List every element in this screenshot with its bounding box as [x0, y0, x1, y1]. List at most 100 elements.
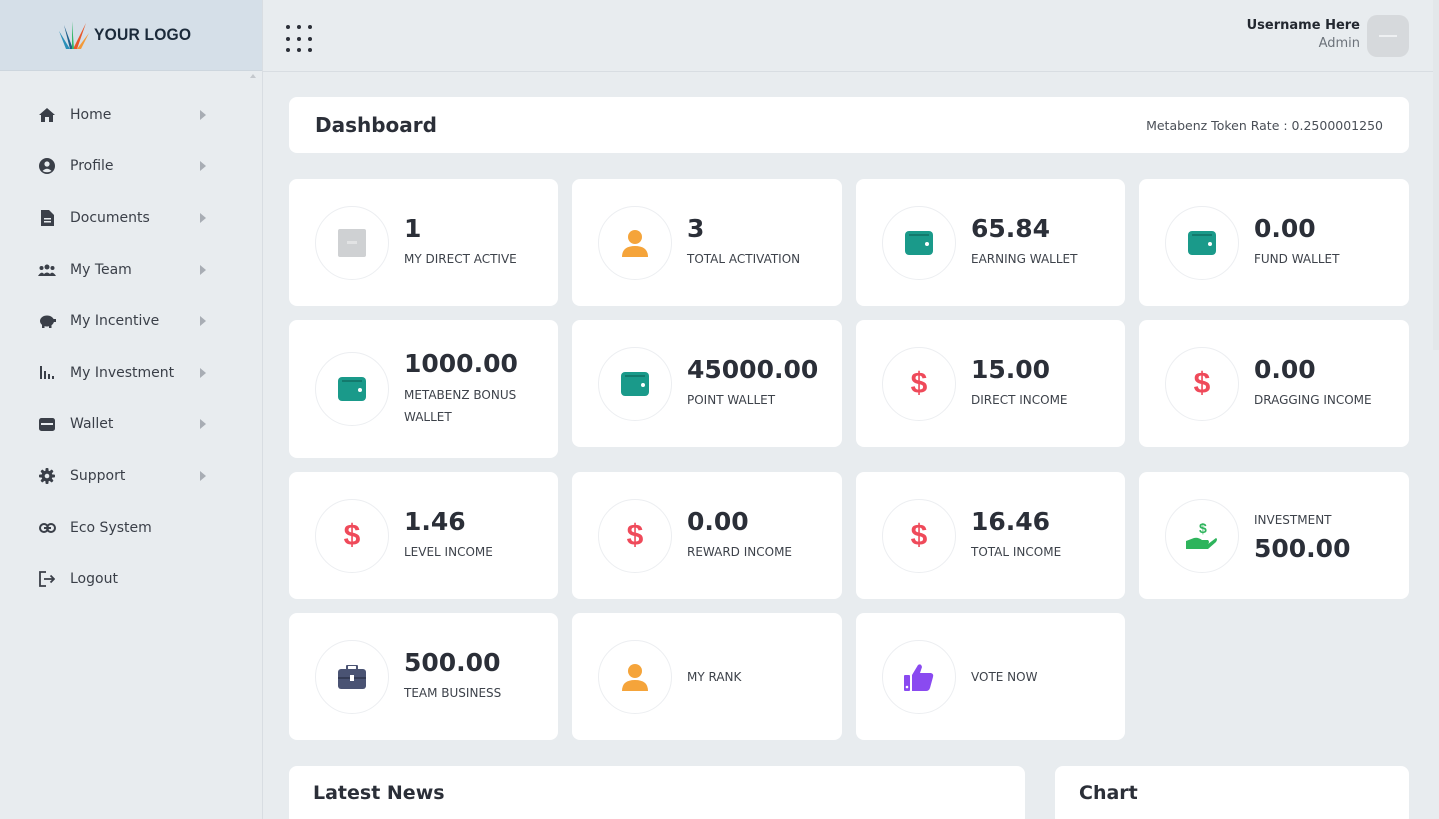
- sidebar-item-logout[interactable]: Logout: [0, 553, 262, 605]
- page-scrollbar[interactable]: [1433, 0, 1439, 350]
- stat-text: 3 TOTAL ACTIVATION: [687, 215, 800, 271]
- token-rate: Metabenz Token Rate : 0.2500001250: [1146, 117, 1383, 133]
- sidebar-item-wallet[interactable]: Wallet: [0, 399, 262, 451]
- stat-icon-circle: [1165, 205, 1239, 280]
- apps-grid-button[interactable]: [286, 25, 314, 53]
- sidebar-item-label: Profile: [70, 158, 114, 175]
- stat-text: MY RANK: [687, 666, 741, 688]
- stat-icon-circle: $: [1165, 346, 1239, 421]
- sidebar-item-label: Support: [70, 467, 126, 484]
- stat-text: 65.84 EARNING WALLET: [971, 215, 1077, 271]
- stat-label: DRAGGING INCOME: [1254, 393, 1372, 408]
- stat-value: 1.46: [404, 506, 466, 536]
- user-role: Admin: [1318, 36, 1360, 51]
- stat-card-reward-income[interactable]: $ 0.00 REWARD INCOME: [572, 472, 842, 599]
- stat-value: 500.00: [1254, 533, 1351, 563]
- chevron-right-icon: [200, 109, 206, 120]
- sidebar-item-my-incentive[interactable]: My Incentive: [0, 295, 262, 347]
- stat-card-my-rank[interactable]: MY RANK: [572, 613, 842, 740]
- stat-value: 0.00: [1254, 354, 1316, 384]
- svg-text:$: $: [1199, 521, 1207, 536]
- stat-text: 1000.00 METABENZ BONUS WALLET: [404, 350, 534, 428]
- stat-card-total-activation[interactable]: 3 TOTAL ACTIVATION: [572, 179, 842, 306]
- user-icon: [622, 663, 648, 691]
- hand-dollar-icon: $: [1186, 521, 1217, 549]
- dollar-icon: $: [910, 366, 928, 400]
- scroll-up-arrow[interactable]: [250, 74, 256, 78]
- chart-panel: Chart: [1055, 766, 1409, 819]
- stat-icon-circle: [882, 639, 956, 714]
- stat-card-team-business[interactable]: 500.00 TEAM BUSINESS: [289, 613, 558, 740]
- avatar-placeholder-icon: [1379, 35, 1397, 37]
- stat-icon-circle: [598, 346, 672, 421]
- wallet-icon: [1188, 230, 1216, 255]
- stat-card-earning-wallet[interactable]: 65.84 EARNING WALLET: [856, 179, 1125, 306]
- chevron-right-icon: [200, 212, 206, 223]
- document-icon: [38, 209, 56, 227]
- stat-text: 0.00 REWARD INCOME: [687, 508, 792, 564]
- logo-icon: [59, 21, 89, 49]
- stat-card-my-direct-active[interactable]: 1 MY DIRECT ACTIVE: [289, 179, 558, 306]
- stat-text: 0.00 DRAGGING INCOME: [1254, 356, 1372, 412]
- stat-value: 65.84: [971, 213, 1051, 243]
- link-icon: [38, 519, 56, 537]
- user-info[interactable]: Username Here Admin: [1247, 18, 1360, 51]
- avatar[interactable]: [1367, 15, 1409, 57]
- latest-news-panel: Latest News: [289, 766, 1025, 819]
- stat-card-direct-income[interactable]: $ 15.00 DIRECT INCOME: [856, 320, 1125, 447]
- stat-card-dragging-income[interactable]: $ 0.00 DRAGGING INCOME: [1139, 320, 1409, 447]
- stat-label: DIRECT INCOME: [971, 393, 1068, 408]
- wallet-icon: [905, 230, 933, 255]
- chevron-right-icon: [200, 470, 206, 481]
- sidebar-item-label: Wallet: [70, 416, 114, 433]
- stat-card-point-wallet[interactable]: 45000.00 POINT WALLET: [572, 320, 842, 447]
- stat-label: VOTE NOW: [971, 669, 1038, 684]
- sidebar-item-my-team[interactable]: My Team: [0, 244, 262, 296]
- stat-icon-circle: [315, 352, 389, 426]
- dot: [308, 25, 312, 29]
- dot: [308, 36, 312, 41]
- dashboard-header: Dashboard Metabenz Token Rate : 0.250000…: [289, 97, 1409, 153]
- stat-label: REWARD INCOME: [687, 545, 793, 560]
- bar-chart-icon: [38, 364, 56, 382]
- stat-card-level-income[interactable]: $ 1.46 LEVEL INCOME: [289, 472, 558, 599]
- sidebar-item-eco-system[interactable]: Eco System: [0, 502, 262, 554]
- sidebar-item-label: My Team: [70, 261, 132, 278]
- username: Username Here: [1246, 18, 1360, 33]
- sidebar-item-documents[interactable]: Documents: [0, 192, 262, 244]
- stat-text: 15.00 DIRECT INCOME: [971, 356, 1068, 412]
- sidebar-item-home[interactable]: Home: [0, 89, 262, 141]
- sidebar-item-support[interactable]: Support: [0, 450, 262, 502]
- logo-text: YOUR LOGO: [94, 25, 192, 44]
- stat-text: INVESTMENT 500.00: [1254, 509, 1350, 563]
- stat-label: LEVEL INCOME: [404, 545, 493, 560]
- stat-value: 15.00: [971, 354, 1051, 384]
- stat-icon-circle: $: [882, 346, 956, 421]
- dollar-icon: $: [343, 518, 361, 552]
- logo[interactable]: YOUR LOGO: [0, 0, 262, 71]
- stat-card-total-income[interactable]: $ 16.46 TOTAL INCOME: [856, 472, 1125, 599]
- stat-card-metabenz-bonus-wallet[interactable]: 1000.00 METABENZ BONUS WALLET: [289, 320, 558, 458]
- chevron-right-icon: [200, 316, 206, 327]
- gear-icon: [38, 467, 56, 485]
- dot: [286, 25, 290, 29]
- chart-title: Chart: [1079, 782, 1138, 804]
- stat-label: METABENZ BONUS WALLET: [404, 387, 517, 424]
- stat-icon-circle: $: [598, 498, 672, 573]
- user-circle-icon: [38, 157, 56, 175]
- sidebar-item-my-investment[interactable]: My Investment: [0, 347, 262, 399]
- stat-card-investment[interactable]: $ INVESTMENT 500.00: [1139, 472, 1409, 599]
- stat-text: VOTE NOW: [971, 666, 1037, 688]
- stat-card-fund-wallet[interactable]: 0.00 FUND WALLET: [1139, 179, 1409, 306]
- sidebar-item-label: Documents: [70, 209, 150, 226]
- chevron-right-icon: [200, 161, 206, 172]
- sidebar-item-label: My Investment: [70, 364, 175, 381]
- stat-text: 1 MY DIRECT ACTIVE: [404, 215, 517, 271]
- stat-text: 45000.00 POINT WALLET: [687, 356, 818, 412]
- dot: [297, 36, 301, 41]
- stat-icon-circle: $: [315, 498, 389, 573]
- stat-card-vote-now[interactable]: VOTE NOW: [856, 613, 1125, 740]
- sidebar-item-profile[interactable]: Profile: [0, 141, 262, 193]
- stat-value: 0.00: [687, 506, 749, 536]
- stat-label: INVESTMENT: [1254, 512, 1332, 527]
